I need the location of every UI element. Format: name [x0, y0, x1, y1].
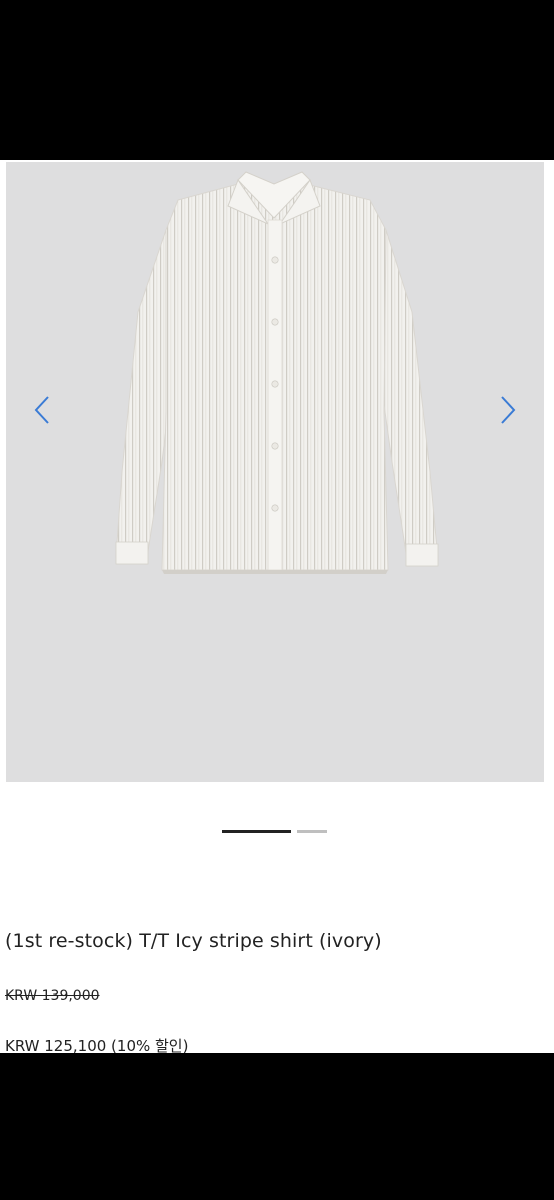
chevron-right-icon [501, 396, 516, 424]
product-title: (1st re-stock) T/T Icy stripe shirt (ivo… [5, 930, 382, 952]
pagination-indicator[interactable] [297, 830, 327, 833]
pagination-indicator-active[interactable] [222, 830, 291, 833]
next-image-button[interactable] [488, 390, 528, 430]
previous-image-button[interactable] [22, 390, 62, 430]
chevron-left-icon [34, 396, 49, 424]
product-image-gallery[interactable] [6, 162, 544, 782]
shirt-image [115, 171, 439, 574]
original-price: KRW 139,000 [5, 988, 100, 1004]
top-black-bar [0, 0, 554, 160]
product-page: (1st re-stock) T/T Icy stripe shirt (ivo… [0, 160, 554, 1055]
bottom-black-bar [0, 1053, 554, 1200]
